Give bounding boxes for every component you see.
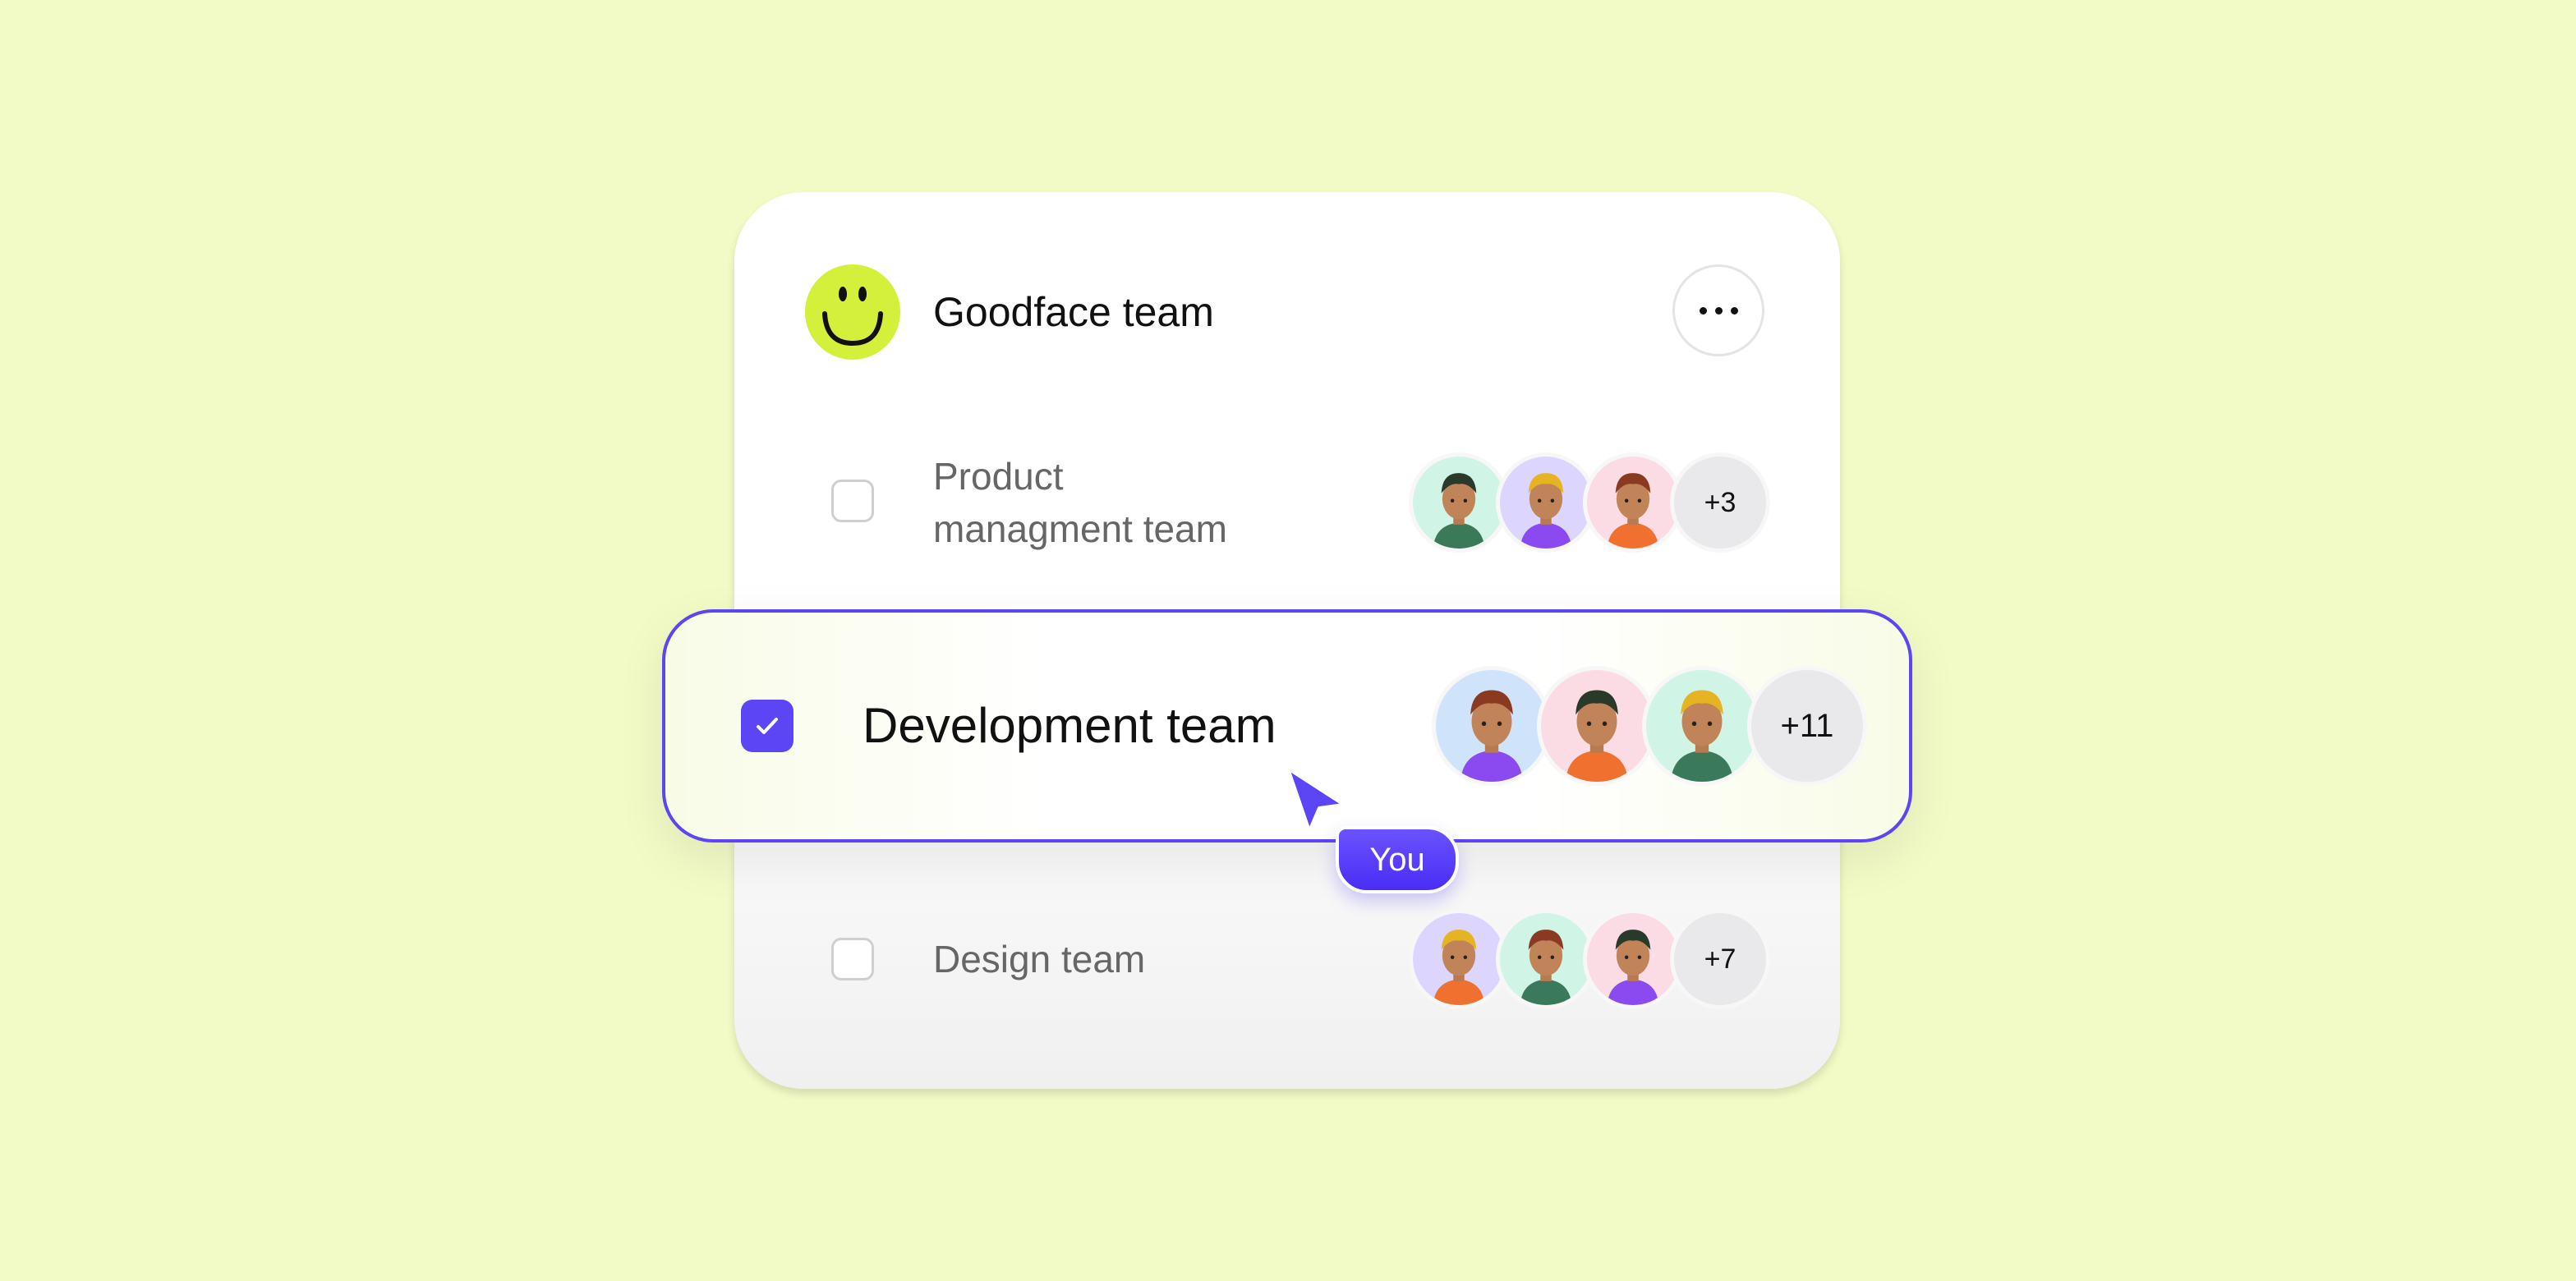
avatar-group-development-team[interactable]: +11 [1432, 666, 1867, 786]
avatar [1496, 452, 1596, 553]
cursor-icon [1286, 767, 1346, 833]
avatar [1409, 909, 1509, 1009]
cursor-label: You [1336, 826, 1459, 893]
team-title: Goodface team [933, 289, 1214, 335]
checkbox-design-team[interactable] [831, 938, 874, 980]
extra-members-count[interactable]: +11 [1747, 666, 1867, 786]
avatar [1537, 666, 1657, 786]
extra-members-count[interactable]: +3 [1670, 452, 1770, 553]
smiley-icon [805, 264, 900, 360]
avatar-group-product-team[interactable]: +3 [1409, 452, 1770, 553]
label-line: Product [933, 455, 1064, 498]
avatar [1496, 909, 1596, 1009]
row-label-development-team: Development team [862, 698, 1276, 753]
avatar [1409, 452, 1509, 553]
avatar [1432, 666, 1552, 786]
ellipsis-icon [1714, 306, 1723, 315]
checkbox-development-team[interactable] [741, 700, 794, 752]
row-label-product-team: Product managment team [933, 450, 1227, 555]
avatar-group-design-team[interactable]: +7 [1409, 909, 1770, 1009]
ellipsis-icon [1699, 306, 1707, 315]
checkbox-product-team[interactable] [831, 480, 874, 522]
avatar [1583, 452, 1683, 553]
check-icon [757, 718, 778, 734]
extra-members-count[interactable]: +7 [1670, 909, 1770, 1009]
row-label-design-team: Design team [933, 938, 1146, 980]
more-options-button[interactable] [1672, 264, 1764, 356]
avatar [1642, 666, 1762, 786]
label-line: managment team [933, 507, 1227, 550]
ellipsis-icon [1730, 306, 1738, 315]
avatar [1583, 909, 1683, 1009]
